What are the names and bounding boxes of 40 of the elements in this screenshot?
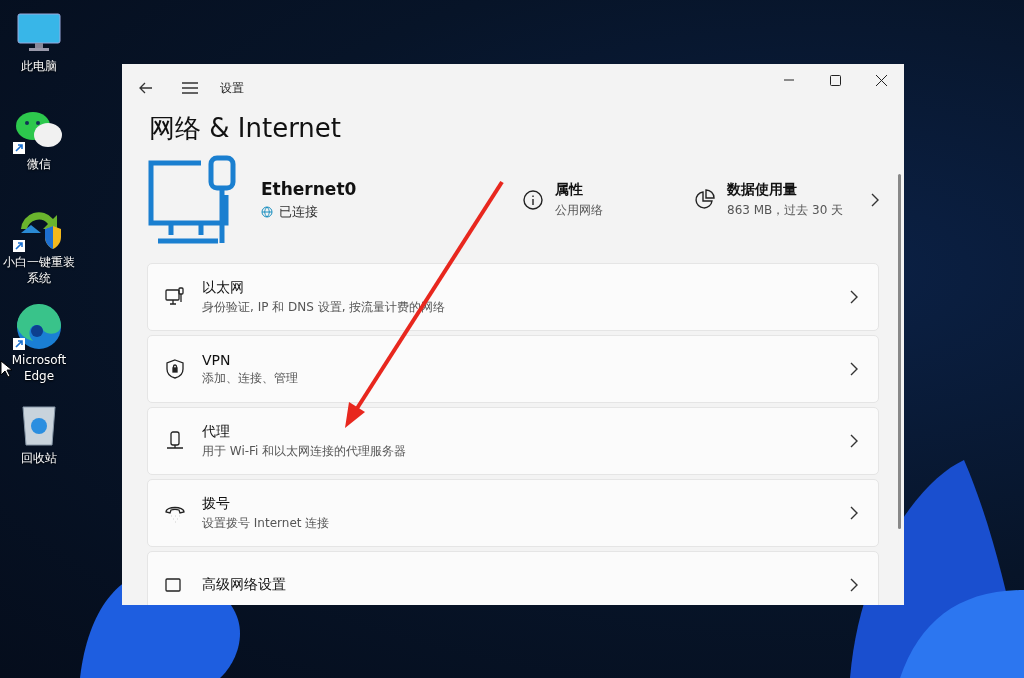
chevron-right-icon xyxy=(850,362,858,376)
chevron-right-icon xyxy=(850,290,858,304)
ethernet-monitor-icon xyxy=(164,286,186,308)
back-arrow-icon xyxy=(139,82,153,94)
minimize-icon xyxy=(784,79,794,81)
desktop-icon-label[interactable]: 此电脑 xyxy=(0,58,78,74)
network-type: 公用网络 xyxy=(555,202,603,219)
server-icon xyxy=(164,430,186,452)
globe-icon xyxy=(261,206,273,218)
desktop-icon-label[interactable]: 微信 xyxy=(0,156,78,172)
settings-card[interactable]: 代理 用于 Wi-Fi 和以太网连接的代理服务器 xyxy=(147,407,879,475)
window-title: 设置 xyxy=(220,79,244,97)
settings-card[interactable]: VPN 添加、连接、管理 xyxy=(147,335,879,403)
chevron-right-icon xyxy=(871,193,879,207)
ethernet-monitor-icon xyxy=(146,155,239,245)
shortcut-arrow-icon xyxy=(13,240,25,252)
shortcut-arrow-icon xyxy=(13,338,25,350)
mouse-cursor-icon xyxy=(0,360,12,378)
settings-card[interactable]: 高级网络设置 xyxy=(147,551,879,605)
menu-icon xyxy=(182,82,198,94)
recycle-bin-icon xyxy=(21,403,57,447)
connection-status: 已连接 xyxy=(279,203,318,221)
shortcut-arrow-icon xyxy=(13,142,25,154)
desktop-icon-label[interactable]: 小白一键重装系统 xyxy=(0,254,78,286)
maximize-icon xyxy=(829,74,841,86)
chevron-right-icon xyxy=(850,434,858,448)
chevron-right-icon xyxy=(850,578,858,592)
properties-label: 属性 xyxy=(555,181,584,199)
connection-name: Ethernet0 xyxy=(261,179,358,199)
close-icon xyxy=(875,74,887,86)
scrollbar-thumb[interactable] xyxy=(898,174,901,529)
settings-card[interactable]: 拨号 设置拨号 Internet 连接 xyxy=(147,479,879,547)
chevron-right-icon xyxy=(850,506,858,520)
pie-chart-icon xyxy=(693,189,715,211)
data-usage-button[interactable]: 数据使用量 863 MB，过去 30 天 xyxy=(673,177,893,223)
swirl-logo-icon xyxy=(15,303,63,351)
shield-lock-icon xyxy=(164,358,186,380)
desktop-icon-label[interactable]: 回收站 xyxy=(0,450,78,466)
info-icon xyxy=(523,190,543,210)
page-title: 网络 & Internet xyxy=(149,112,343,144)
